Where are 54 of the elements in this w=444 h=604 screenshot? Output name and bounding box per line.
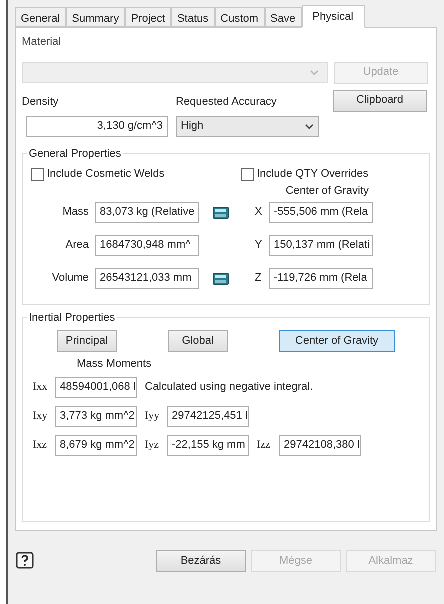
- value-field[interactable]: 3,773 kg mm^2: [55, 406, 137, 426]
- value-field[interactable]: 83,073 kg (Relative: [95, 202, 199, 223]
- tab[interactable]: Custom: [214, 7, 265, 27]
- value-field[interactable]: -555,506 mm (Rela: [269, 202, 373, 223]
- value-field[interactable]: 150,137 mm (Relati: [269, 235, 373, 256]
- tab[interactable]: Project: [125, 7, 172, 27]
- checkbox[interactable]: [241, 168, 254, 181]
- center-of-gravity-label: Center of Gravity: [286, 184, 369, 198]
- value-field[interactable]: 48594001,068 l: [55, 376, 137, 398]
- property-label: Volume: [51, 271, 89, 286]
- calculator-icon[interactable]: [213, 206, 229, 218]
- moment-label: Izz: [257, 438, 272, 453]
- moment-label: Iyy: [145, 408, 161, 424]
- help-icon: [16, 552, 34, 570]
- value-field[interactable]: 29742108,380 l: [279, 434, 361, 456]
- tab[interactable]: General: [15, 7, 66, 27]
- value-field[interactable]: 1684730,948 mm^: [95, 235, 199, 256]
- mass-moments-label: Mass Moments: [77, 357, 153, 372]
- axis-label: Y: [255, 238, 264, 254]
- value-field[interactable]: 8,679 kg mm^2: [55, 434, 137, 456]
- checkbox-label: Include QTY Overrides: [257, 167, 369, 182]
- tab[interactable]: Physical: [302, 5, 365, 28]
- accuracy-dropdown[interactable]: High: [176, 116, 319, 137]
- calculator-icon[interactable]: [213, 272, 229, 284]
- property-label: Mass: [62, 205, 89, 220]
- moment-label: Ixy: [33, 408, 49, 424]
- axis-label: Z: [255, 271, 263, 286]
- view-button[interactable]: Global: [168, 330, 228, 352]
- clipboard-button[interactable]: Clipboard: [333, 90, 427, 112]
- dialog-button[interactable]: Bezárás: [156, 550, 246, 572]
- moment-label: Ixx: [33, 380, 49, 395]
- tab[interactable]: Status: [171, 7, 215, 27]
- moment-label: Iyz: [145, 438, 160, 453]
- density-label: Density: [22, 94, 60, 110]
- moment-label: Ixz: [33, 438, 48, 453]
- value-field[interactable]: -119,726 mm (Rela: [269, 268, 373, 289]
- view-button[interactable]: Principal: [57, 330, 117, 352]
- note-text: Calculated using negative integral.: [145, 380, 314, 395]
- checkbox-label: Include Cosmetic Welds: [47, 167, 165, 182]
- value-field[interactable]: 29742125,451 l: [167, 406, 249, 426]
- value-field[interactable]: -22,155 kg mm: [167, 434, 249, 456]
- group-title: Inertial Properties: [27, 310, 118, 326]
- material-label: Material: [22, 35, 62, 50]
- tab[interactable]: Save: [264, 7, 302, 27]
- axis-label: X: [255, 205, 264, 220]
- accuracy-label: Requested Accuracy: [176, 94, 278, 110]
- property-label: Area: [64, 238, 89, 254]
- help-button[interactable]: [15, 551, 35, 571]
- checkbox[interactable]: [31, 168, 44, 181]
- tab[interactable]: Summary: [66, 7, 126, 27]
- value-field[interactable]: 3,130 g/cm^3: [26, 116, 168, 137]
- group-title: General Properties: [27, 146, 124, 162]
- view-button[interactable]: Center of Gravity: [279, 330, 395, 352]
- value-field[interactable]: 26543121,033 mm: [95, 268, 199, 289]
